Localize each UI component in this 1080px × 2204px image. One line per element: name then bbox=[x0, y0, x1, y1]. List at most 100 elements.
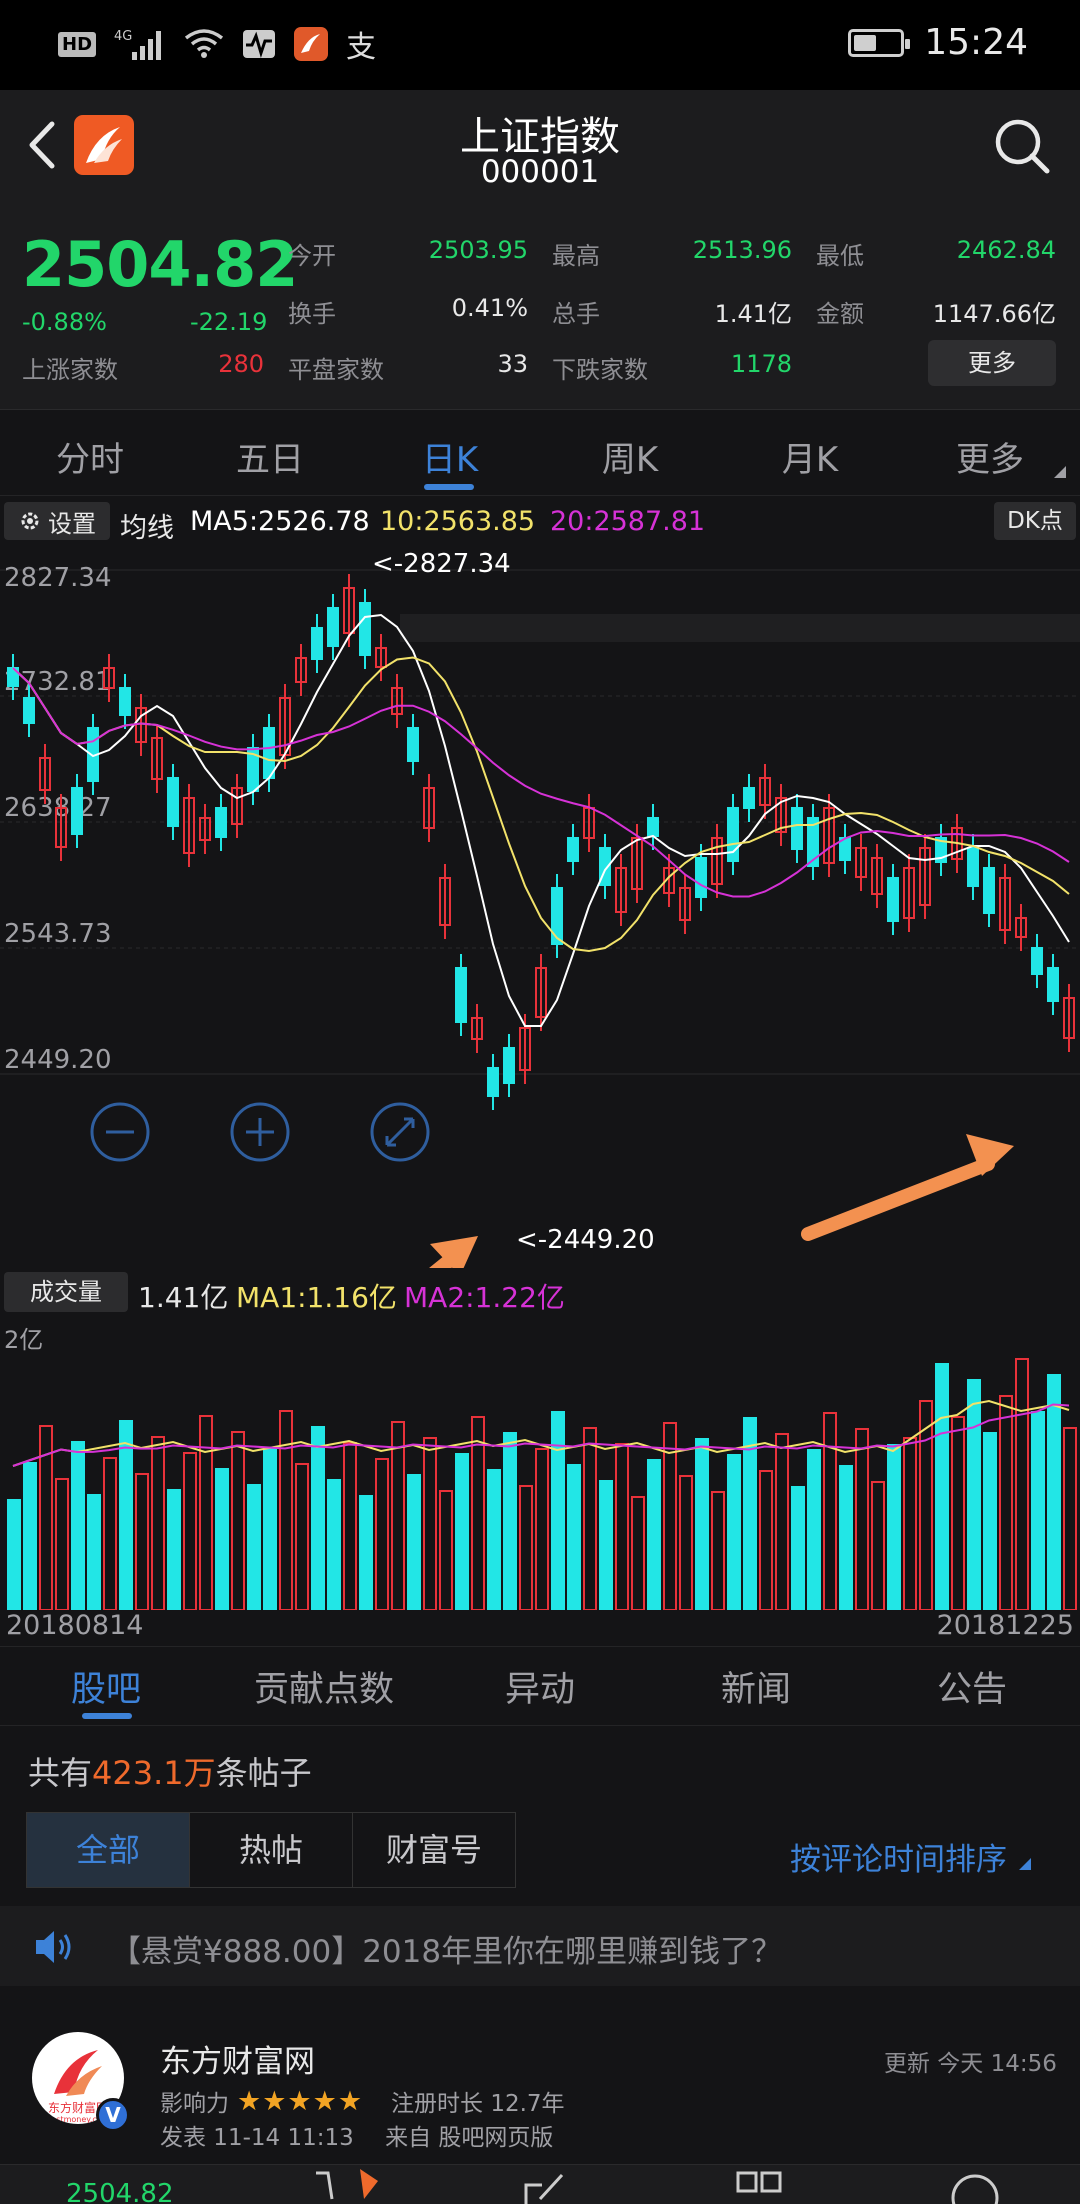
settings-button[interactable]: 设置 bbox=[4, 502, 110, 540]
kline-chart[interactable]: 2827.342732.812638.272543.732449.20 <-28… bbox=[0, 548, 1080, 1268]
tab-more[interactable]: 更多 bbox=[940, 432, 1040, 481]
volume-bar bbox=[775, 1433, 789, 1610]
tab-intraday[interactable]: 分时 bbox=[40, 432, 140, 481]
volume-bar bbox=[327, 1479, 341, 1610]
volume-button[interactable]: 成交量 bbox=[4, 1272, 128, 1312]
filter-all[interactable]: 全部 bbox=[27, 1813, 190, 1887]
triangle-corner-icon bbox=[1018, 1858, 1031, 1870]
search-icon[interactable] bbox=[992, 116, 1052, 176]
volume-bar bbox=[7, 1499, 21, 1610]
tab-guba[interactable]: 股吧 bbox=[56, 1661, 156, 1712]
zoom-in-icon[interactable] bbox=[230, 1102, 290, 1162]
cart-icon[interactable] bbox=[312, 2169, 392, 2204]
more-button[interactable]: 更多 bbox=[928, 340, 1056, 386]
tab-contribution[interactable]: 贡献点数 bbox=[244, 1661, 404, 1712]
tab-news[interactable]: 新闻 bbox=[706, 1661, 806, 1712]
header: 上证指数 000001 bbox=[0, 90, 1080, 200]
volume-chart[interactable]: 2亿 bbox=[0, 1316, 1080, 1610]
filter-hot[interactable]: 热帖 bbox=[190, 1813, 353, 1887]
volume-bar bbox=[375, 1458, 389, 1610]
change-percent: -0.88% bbox=[22, 308, 107, 336]
author-influence: 影响力 ★★★★★ 注册时长 12.7年 bbox=[160, 2084, 565, 2118]
edit-icon[interactable] bbox=[520, 2169, 570, 2204]
volume-bar bbox=[87, 1494, 101, 1610]
candle bbox=[311, 627, 323, 660]
candle bbox=[551, 887, 563, 945]
candle bbox=[647, 817, 659, 837]
candle bbox=[119, 687, 131, 716]
active-tab-indicator bbox=[424, 484, 474, 490]
candle bbox=[407, 727, 419, 762]
ma5-value: MA5:2526.78 bbox=[190, 506, 370, 537]
volume-ma1-line bbox=[12, 1399, 1070, 1467]
tab-daily-k[interactable]: 日K bbox=[400, 432, 500, 481]
volume-bar bbox=[983, 1432, 997, 1610]
volume-bar bbox=[791, 1486, 805, 1610]
volume-bar bbox=[711, 1491, 725, 1610]
volume-bar bbox=[199, 1415, 213, 1610]
volume-bar bbox=[135, 1473, 149, 1610]
tab-movement[interactable]: 异动 bbox=[490, 1661, 590, 1712]
post-source: 来自 股吧网页版 bbox=[385, 2125, 554, 2151]
open-label: 今开 bbox=[288, 242, 336, 270]
candle bbox=[695, 857, 707, 898]
sort-label: 按评论时间排序 bbox=[790, 1842, 1007, 1878]
tab-five-day[interactable]: 五日 bbox=[220, 432, 320, 481]
activity-icon bbox=[242, 26, 276, 62]
notice-text: 【悬赏¥888.00】2018年里你在哪里赚到钱了？ bbox=[110, 1934, 783, 1970]
tab-weekly-k[interactable]: 周K bbox=[580, 432, 680, 481]
change-value: -22.19 bbox=[190, 308, 268, 336]
volume-bar bbox=[583, 1427, 597, 1610]
volume-bar bbox=[71, 1441, 85, 1610]
volume-bar bbox=[23, 1462, 37, 1610]
amount-value: 1147.66亿 bbox=[932, 300, 1056, 328]
volume-bar bbox=[343, 1442, 357, 1610]
post-author[interactable]: 东方财富网 bbox=[160, 2036, 315, 2081]
volume-bar bbox=[55, 1478, 69, 1610]
volume-bar bbox=[999, 1395, 1013, 1610]
tab-monthly-k[interactable]: 月K bbox=[760, 432, 860, 481]
zoom-controls bbox=[90, 1102, 430, 1162]
candle bbox=[455, 967, 467, 1023]
volume-bar bbox=[423, 1437, 437, 1610]
up-count-label: 上涨家数 bbox=[22, 356, 118, 384]
post-published: 发表 11-14 11:13 bbox=[160, 2125, 354, 2151]
volume-bar bbox=[839, 1465, 853, 1610]
volume-bar bbox=[951, 1416, 965, 1610]
app-icon bbox=[294, 26, 329, 62]
candle bbox=[503, 1047, 515, 1084]
turnover-label: 换手 bbox=[288, 300, 336, 328]
bottom-price: 2504.82 bbox=[66, 2179, 174, 2204]
bottom-toolbar: 2504.82 bbox=[0, 2164, 1080, 2204]
expand-icon[interactable] bbox=[370, 1102, 430, 1162]
tab-announcements[interactable]: 公告 bbox=[922, 1661, 1022, 1712]
zoom-out-icon[interactable] bbox=[90, 1102, 150, 1162]
ma20-value: 20:2587.81 bbox=[550, 506, 706, 537]
volume-ma2: MA2:1.22亿 bbox=[404, 1281, 565, 1314]
volume-bar bbox=[615, 1443, 629, 1610]
volume-legend: 成交量 1.41亿 MA1:1.16亿 MA2:1.22亿 bbox=[0, 1268, 1080, 1316]
dk-button[interactable]: DK点 bbox=[994, 502, 1076, 540]
down-count-label: 下跌家数 bbox=[552, 356, 648, 384]
notice-bar[interactable]: 【悬赏¥888.00】2018年里你在哪里赚到钱了？ bbox=[0, 1906, 1080, 1986]
volume-bar bbox=[295, 1463, 309, 1610]
svg-text:4G: 4G bbox=[114, 29, 132, 44]
post-item[interactable]: 东方财富网 eastmoney.com V 东方财富网 更新 今天 14:56 … bbox=[0, 2000, 1080, 2151]
volume-axis-label: 2亿 bbox=[4, 1326, 43, 1354]
verified-badge: V bbox=[96, 2098, 130, 2132]
more-dots-icon[interactable] bbox=[950, 2173, 1000, 2204]
candle bbox=[1047, 967, 1059, 1002]
posts-count: 共有423.1万条帖子 bbox=[28, 1748, 312, 1794]
flat-count-value: 33 bbox=[497, 350, 528, 378]
filter-wealth[interactable]: 财富号 bbox=[353, 1813, 515, 1887]
candle bbox=[567, 837, 579, 862]
sort-dropdown[interactable]: 按评论时间排序 bbox=[790, 1834, 1031, 1879]
volume-bar bbox=[151, 1436, 165, 1610]
section-tabs: 股吧 贡献点数 异动 新闻 公告 bbox=[0, 1646, 1080, 1726]
volume-bar bbox=[439, 1490, 453, 1610]
grid-icon[interactable] bbox=[736, 2171, 786, 2204]
volume-bar bbox=[599, 1480, 613, 1610]
candle bbox=[791, 807, 803, 850]
volume-value: 1.41亿 bbox=[714, 300, 792, 328]
volume-bar bbox=[871, 1481, 885, 1610]
